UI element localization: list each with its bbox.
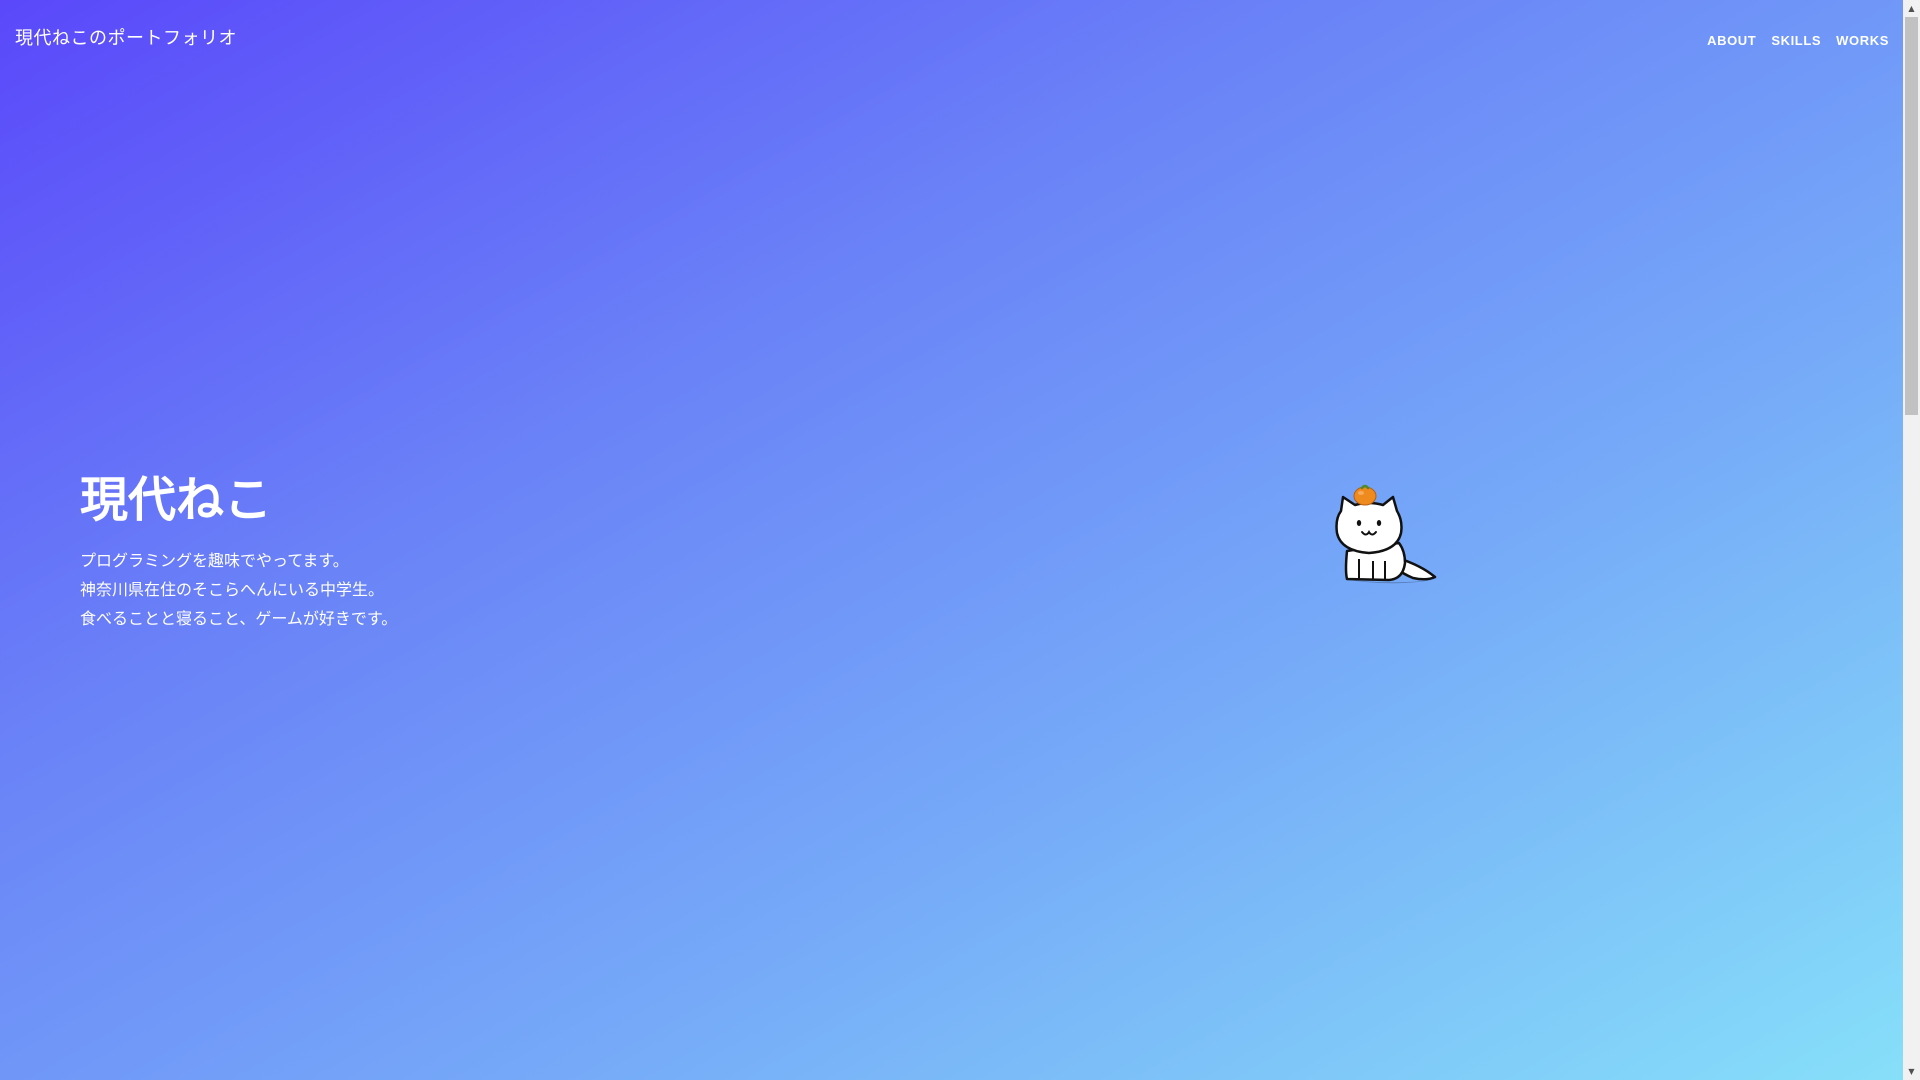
hero-intro: 現代ねこ プログラミングを趣味でやってます。 神奈川県在住のそこらへんにいる中学… bbox=[80, 466, 397, 633]
nav-menu: ABOUT SKILLS WORKS bbox=[1707, 31, 1889, 51]
page-scrollbar[interactable]: ▲ ▼ bbox=[1903, 0, 1920, 1080]
nav-link-works[interactable]: WORKS bbox=[1836, 31, 1889, 51]
hero-description-line: 神奈川県在住のそこらへんにいる中学生。 bbox=[80, 580, 385, 599]
hero-name: 現代ねこ bbox=[80, 472, 273, 528]
chevron-up-icon[interactable]: ▲ bbox=[1903, 0, 1920, 17]
hero-section: 現代ねこのポートフォリオ ABOUT SKILLS WORKS 現代ねこ プログ… bbox=[0, 0, 1903, 1080]
chevron-down-icon[interactable]: ▼ bbox=[1903, 1063, 1920, 1080]
site-title[interactable]: 現代ねこのポートフォリオ bbox=[15, 26, 237, 52]
hero-description-line: 食べることと寝ること、ゲームが好きです。 bbox=[80, 609, 398, 628]
hero-description-line: プログラミングを趣味でやってます。 bbox=[80, 551, 349, 570]
nav-link-skills[interactable]: SKILLS bbox=[1771, 31, 1821, 51]
top-navbar: 現代ねこのポートフォリオ ABOUT SKILLS WORKS bbox=[0, 0, 1903, 78]
nav-link-about[interactable]: ABOUT bbox=[1707, 31, 1756, 51]
cat-with-mandarin-icon bbox=[1335, 484, 1437, 584]
scrollbar-thumb[interactable] bbox=[1905, 17, 1918, 415]
